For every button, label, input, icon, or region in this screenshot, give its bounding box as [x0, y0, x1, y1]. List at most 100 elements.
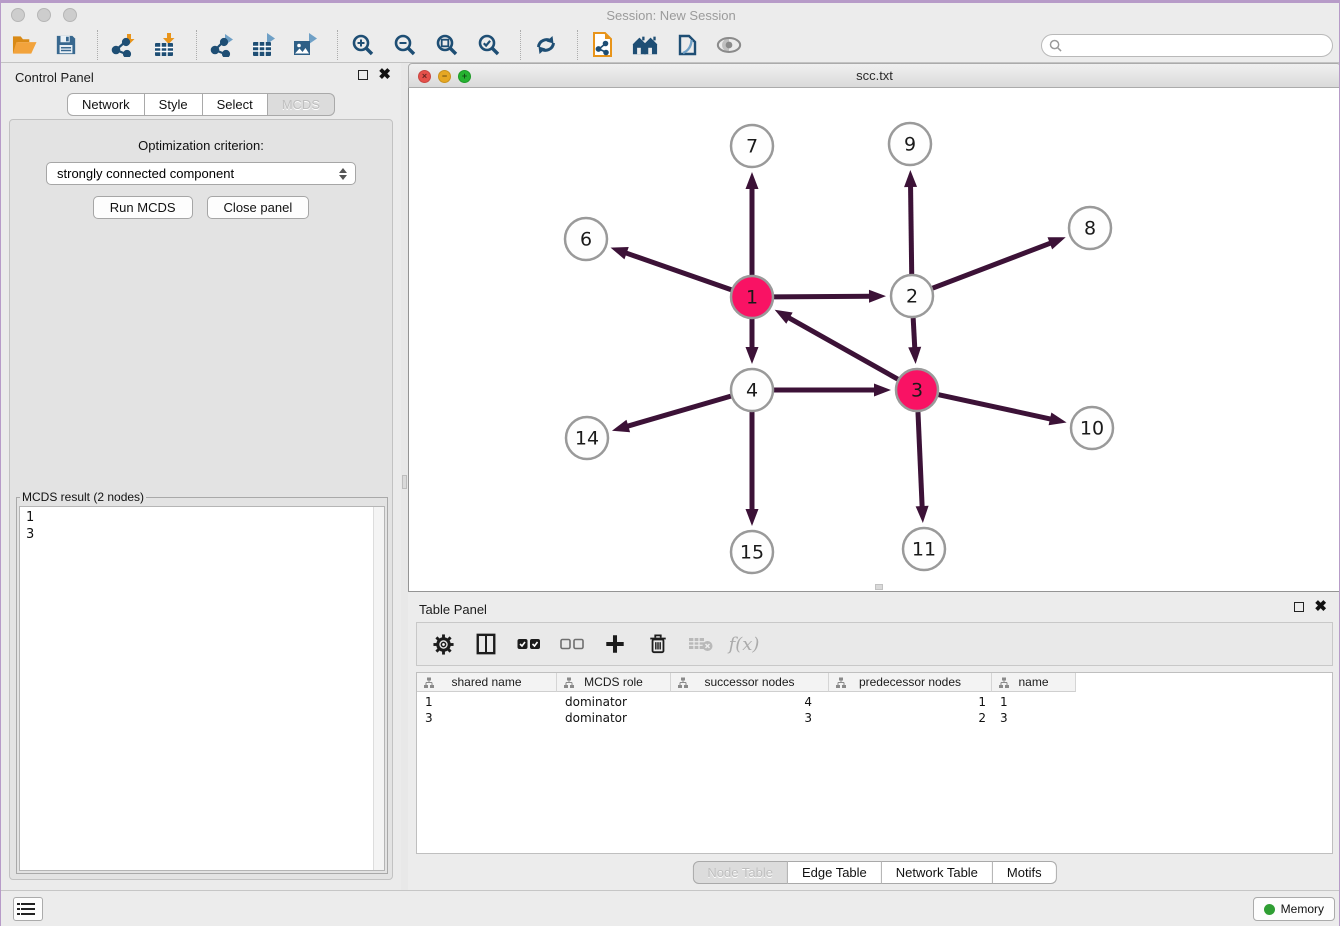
tab-network[interactable]: Network: [67, 93, 145, 116]
graph-node-3[interactable]: 3: [896, 369, 938, 411]
column-header-shared-name[interactable]: shared name: [417, 673, 557, 692]
table-cell[interactable]: 1: [829, 694, 992, 710]
mcds-result-box[interactable]: 13: [19, 506, 385, 871]
column-header-mcds-role[interactable]: MCDS role: [557, 673, 671, 692]
import-table-icon[interactable]: [152, 32, 178, 58]
close-panel-icon[interactable]: ✖: [378, 70, 391, 80]
float-table-panel-icon[interactable]: [1294, 602, 1304, 612]
table-cell[interactable]: 3: [671, 710, 829, 726]
panel-splitter[interactable]: [401, 63, 408, 890]
graph-edge-2-3[interactable]: [908, 318, 921, 364]
settings-icon[interactable]: [430, 631, 456, 657]
graph-edge-3-11[interactable]: [916, 412, 929, 523]
zoom-in-icon[interactable]: [350, 32, 376, 58]
graph-node-4[interactable]: 4: [731, 369, 773, 411]
table-tab-motifs[interactable]: Motifs: [993, 861, 1057, 884]
float-panel-icon[interactable]: [358, 70, 368, 80]
graph-edge-3-10[interactable]: [938, 395, 1066, 426]
tab-select[interactable]: Select: [203, 93, 268, 116]
table-tab-network-table[interactable]: Network Table: [882, 861, 993, 884]
column-header-successor-nodes[interactable]: successor nodes: [671, 673, 829, 692]
column-header-predecessor-nodes[interactable]: predecessor nodes: [829, 673, 992, 692]
graph-edge-1-4[interactable]: [746, 319, 759, 364]
graph-node-7[interactable]: 7: [731, 125, 773, 167]
table-cell[interactable]: 2: [829, 710, 992, 726]
graph-edge-1-2[interactable]: [774, 290, 886, 303]
node-table[interactable]: shared nameMCDS rolesuccessor nodesprede…: [416, 672, 1333, 854]
graph-node-14[interactable]: 14: [566, 417, 608, 459]
import-network-icon[interactable]: [110, 32, 136, 58]
tab-mcds[interactable]: MCDS: [268, 93, 335, 116]
control-panel-tabs: NetworkStyleSelectMCDS: [1, 93, 401, 116]
graph-edge-4-14[interactable]: [612, 396, 731, 432]
svg-text:14: 14: [575, 428, 599, 450]
annotation-icon[interactable]: [674, 32, 700, 58]
close-panel-button[interactable]: Close panel: [207, 196, 310, 219]
zoom-out-icon[interactable]: [392, 32, 418, 58]
graph-edge-4-15[interactable]: [746, 412, 759, 526]
graph-node-2[interactable]: 2: [891, 275, 933, 317]
export-network-icon[interactable]: [209, 32, 235, 58]
table-tab-node-table[interactable]: Node Table: [692, 861, 788, 884]
graph-node-10[interactable]: 10: [1071, 407, 1113, 449]
svg-text:9: 9: [904, 134, 916, 156]
network-window-titlebar[interactable]: × − + scc.txt: [408, 63, 1340, 88]
column-header-name[interactable]: name: [992, 673, 1076, 692]
eye-icon[interactable]: [716, 32, 742, 58]
graph-edge-2-8[interactable]: [933, 237, 1066, 288]
table-header-row: shared nameMCDS rolesuccessor nodesprede…: [417, 673, 1332, 692]
graph-node-11[interactable]: 11: [903, 528, 945, 570]
select-stepper-icon: [339, 168, 347, 180]
home-icon[interactable]: [632, 32, 658, 58]
tab-style[interactable]: Style: [145, 93, 203, 116]
table-cell[interactable]: 4: [671, 694, 829, 710]
table-cell[interactable]: 3: [417, 710, 557, 726]
table-cell[interactable]: dominator: [557, 694, 671, 710]
graph-edge-1-6[interactable]: [611, 247, 732, 290]
graph-edge-2-9[interactable]: [904, 170, 917, 274]
deselect-all-checks-icon[interactable]: [559, 631, 585, 657]
network-window-title: scc.txt: [409, 64, 1340, 89]
table-cell[interactable]: 3: [992, 710, 1076, 726]
search-input[interactable]: [1066, 38, 1332, 52]
add-row-icon[interactable]: [602, 631, 628, 657]
open-file-icon[interactable]: [11, 32, 37, 58]
graph-node-1[interactable]: 1: [731, 276, 773, 318]
graph-edge-1-7[interactable]: [746, 172, 759, 275]
delete-row-icon[interactable]: [645, 631, 671, 657]
graph-node-9[interactable]: 9: [889, 123, 931, 165]
table-row[interactable]: 1dominator411: [417, 694, 1332, 710]
result-scrollbar[interactable]: [373, 507, 384, 870]
splitter-handle-icon[interactable]: [402, 475, 407, 489]
select-all-checks-icon[interactable]: [516, 631, 542, 657]
save-session-icon[interactable]: [53, 32, 79, 58]
zoom-selected-icon[interactable]: [476, 32, 502, 58]
close-table-panel-icon[interactable]: ✖: [1314, 602, 1327, 612]
graph-edge-4-3[interactable]: [774, 384, 891, 397]
split-columns-icon[interactable]: [473, 631, 499, 657]
table-cell[interactable]: 1: [992, 694, 1076, 710]
toolbar-separator: [520, 30, 521, 60]
export-table-icon[interactable]: [251, 32, 277, 58]
graph-edge-3-1[interactable]: [775, 310, 898, 379]
zoom-fit-icon[interactable]: [434, 32, 460, 58]
table-panel: Table Panel ✖: [408, 595, 1340, 890]
network-file-icon[interactable]: [590, 32, 616, 58]
table-tab-edge-table[interactable]: Edge Table: [788, 861, 882, 884]
task-history-button[interactable]: [13, 897, 43, 921]
canvas-resize-handle[interactable]: [875, 584, 883, 590]
table-cell[interactable]: 1: [417, 694, 557, 710]
search-field[interactable]: [1041, 34, 1333, 57]
table-row[interactable]: 3dominator323: [417, 710, 1332, 726]
graph-node-15[interactable]: 15: [731, 531, 773, 573]
refresh-icon[interactable]: [533, 32, 559, 58]
memory-button[interactable]: Memory: [1253, 897, 1335, 921]
graph-node-8[interactable]: 8: [1069, 207, 1111, 249]
graph-node-6[interactable]: 6: [565, 218, 607, 260]
network-canvas[interactable]: 7 9 6 8 1 2 4 3 14 10 15 11: [408, 88, 1340, 592]
export-image-icon[interactable]: [293, 32, 319, 58]
run-mcds-button[interactable]: Run MCDS: [93, 196, 193, 219]
svg-text:10: 10: [1080, 418, 1104, 440]
table-cell[interactable]: dominator: [557, 710, 671, 726]
criterion-select[interactable]: strongly connected component: [46, 162, 356, 185]
